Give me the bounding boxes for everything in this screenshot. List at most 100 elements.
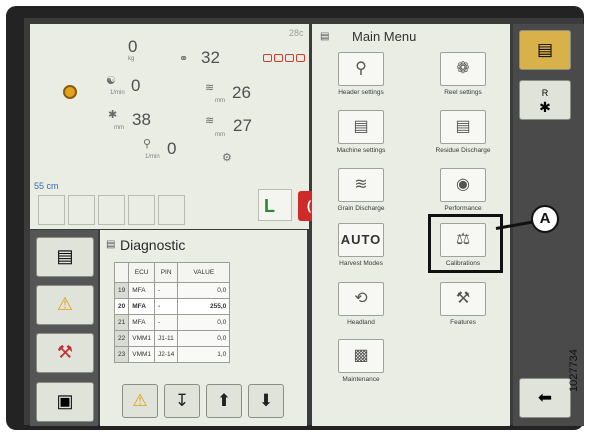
awd-icon: ⚙ — [222, 152, 232, 164]
menu-item-label: Machine settings — [336, 147, 386, 154]
pin-cell: J1-11 — [154, 330, 179, 347]
row-index: 20 — [113, 298, 130, 315]
right-top-unit: mm — [215, 98, 225, 104]
table-row[interactable]: 21 MFA - 0,0 — [113, 314, 231, 331]
menu-item-reel-settings[interactable]: ❁ Reel settings — [418, 52, 508, 96]
row-index: 19 — [113, 282, 130, 299]
exit-button[interactable]: ▣ — [36, 382, 94, 422]
maintenance-icon: ▩ — [338, 339, 384, 373]
diagnostic-title: Diagnostic — [120, 237, 186, 253]
header-height-label: 55 cm — [34, 181, 59, 191]
value-cell: 0,0 — [177, 314, 231, 331]
left-mid-unit: mm — [114, 125, 124, 131]
main-menu-button[interactable]: ▤ — [519, 30, 571, 70]
arrow-up-icon: ⬆ — [216, 391, 232, 410]
features-icon: ⚒ — [440, 282, 486, 316]
lamp-indicator — [274, 54, 283, 62]
row-index: 23 — [113, 346, 130, 363]
harvest-modes-icon: AUTO — [338, 223, 384, 257]
table-row[interactable]: 22 VMM1 J1-11 0,0 — [113, 330, 231, 347]
right-top-value: 26 — [232, 83, 251, 102]
menu-item-grain-discharge[interactable]: ≋ Grain Discharge — [316, 168, 406, 212]
shortcut-slot[interactable] — [38, 195, 65, 225]
menu-item-label: Reel settings — [444, 89, 482, 96]
dashboard-panel: 28c 0 kg ⚭ 32 ☯ 0 1/min ✱ 38 mm ⚲ 0 1/mi… — [30, 24, 333, 229]
menu-item-header-settings[interactable]: ⚲ Header settings — [316, 52, 406, 96]
right-mid-value: 27 — [233, 116, 252, 135]
shortcut-slot[interactable] — [98, 195, 125, 225]
calibrations-highlight-box — [428, 214, 503, 273]
menu-item-label: Features — [450, 319, 476, 326]
temperature-readout: 28c — [289, 28, 304, 38]
table-header: ECU — [128, 262, 156, 283]
list-down-icon: ↧ — [174, 391, 190, 410]
value-cell: 0,0 — [177, 282, 231, 299]
speed-value: 32 — [201, 48, 220, 67]
table-header: VALUE — [177, 262, 231, 283]
scroll-up-button[interactable]: ⬆ — [206, 384, 242, 418]
menu-item-headland[interactable]: ⟲ Headland — [316, 282, 406, 326]
table-row[interactable]: 19 MFA - 0,0 — [113, 282, 231, 299]
left-low-unit: 1/min — [145, 154, 160, 160]
list-down-button[interactable]: ↧ — [164, 384, 200, 418]
menu-item-label: Headland — [347, 319, 375, 326]
machine-settings-icon: ▤ — [338, 110, 384, 144]
row-index: 22 — [113, 330, 130, 347]
menu-item-residue-discharge[interactable]: ▤ Residue Discharge — [418, 110, 508, 154]
shortcut-slot[interactable] — [128, 195, 155, 225]
reel-settings-icon: ❁ — [440, 52, 486, 86]
right-mid-unit: mm — [215, 132, 225, 138]
table-row[interactable]: 20 MFA - 255,0 — [113, 298, 231, 315]
menu-item-maintenance[interactable]: ▩ Maintenance — [316, 339, 406, 383]
left-sidebar: ▤ ⚠ ⚒ ▣ — [30, 230, 98, 426]
rpm-left-unit: 1/min — [110, 90, 125, 96]
weight-value: 0 — [128, 37, 138, 56]
ecu-cell: MFA — [128, 298, 156, 315]
headland-icon: ⟲ — [338, 282, 384, 316]
shortcut-slot[interactable] — [158, 195, 185, 225]
reverse-label: R — [541, 88, 549, 98]
warning-filter-button[interactable]: ⚠ — [122, 384, 158, 418]
performance-icon: ◉ — [440, 168, 486, 202]
table-header — [113, 262, 130, 283]
warning-lamps — [263, 54, 305, 62]
menu-item-label: Header settings — [338, 89, 384, 96]
menu-item-label: Residue Discharge — [435, 147, 491, 154]
menu-item-features[interactable]: ⚒ Features — [418, 282, 508, 326]
grain-discharge-icon: ≋ — [338, 168, 384, 202]
rpm-left-value: 0 — [131, 76, 141, 95]
left-mid-value: 38 — [132, 110, 151, 129]
back-button[interactable]: ⬅ — [519, 378, 571, 418]
combine-truck-icon: ▤ — [56, 246, 74, 266]
pin-cell: J2-14 — [154, 346, 179, 363]
diagnostic-panel: ▤ Diagnostic ECU PIN VALUE 19 MFA - 0,0 … — [100, 230, 307, 426]
figure-id: 1027734 — [568, 349, 580, 392]
menu-item-harvest-modes[interactable]: AUTO Harvest Modes — [316, 223, 406, 267]
menu-item-machine-settings[interactable]: ▤ Machine settings — [316, 110, 406, 154]
ecu-cell: MFA — [128, 314, 156, 331]
diagnostic-toolbar: ⚠ ↧ ⬆ ⬇ — [122, 384, 284, 418]
menu-item-label: Grain Discharge — [337, 205, 385, 212]
harvest-display-button[interactable]: ▤ — [36, 237, 94, 277]
weight-unit: kg — [128, 56, 135, 62]
menu-item-performance[interactable]: ◉ Performance — [418, 168, 508, 212]
service-button[interactable]: ⚒ — [36, 333, 94, 373]
warning-icon: ⚠ — [132, 391, 148, 410]
menu-item-label: Harvest Modes — [339, 260, 383, 267]
value-cell: 255,0 — [177, 298, 231, 315]
pin-cell: - — [154, 282, 179, 299]
menu-item-label: Performance — [444, 205, 482, 212]
residue-discharge-icon: ▤ — [440, 110, 486, 144]
diagnostic-table: ECU PIN VALUE 19 MFA - 0,0 20 MFA - 255,… — [113, 262, 231, 363]
rotor-reverse-button[interactable]: R ✱ — [519, 80, 571, 120]
ecu-cell: MFA — [128, 282, 156, 299]
warnings-button[interactable]: ⚠ — [36, 285, 94, 325]
diagnostic-icon: ▤ — [106, 239, 116, 250]
shortcut-slot[interactable] — [68, 195, 95, 225]
gear-indicator: L — [258, 189, 292, 221]
ecu-cell: VMM1 — [128, 346, 156, 363]
menu-item-label: Maintenance — [342, 376, 380, 383]
fan-icon: ✱ — [108, 109, 118, 121]
table-row[interactable]: 23 VMM1 J2-14 1,0 — [113, 346, 231, 363]
scroll-down-button[interactable]: ⬇ — [248, 384, 284, 418]
